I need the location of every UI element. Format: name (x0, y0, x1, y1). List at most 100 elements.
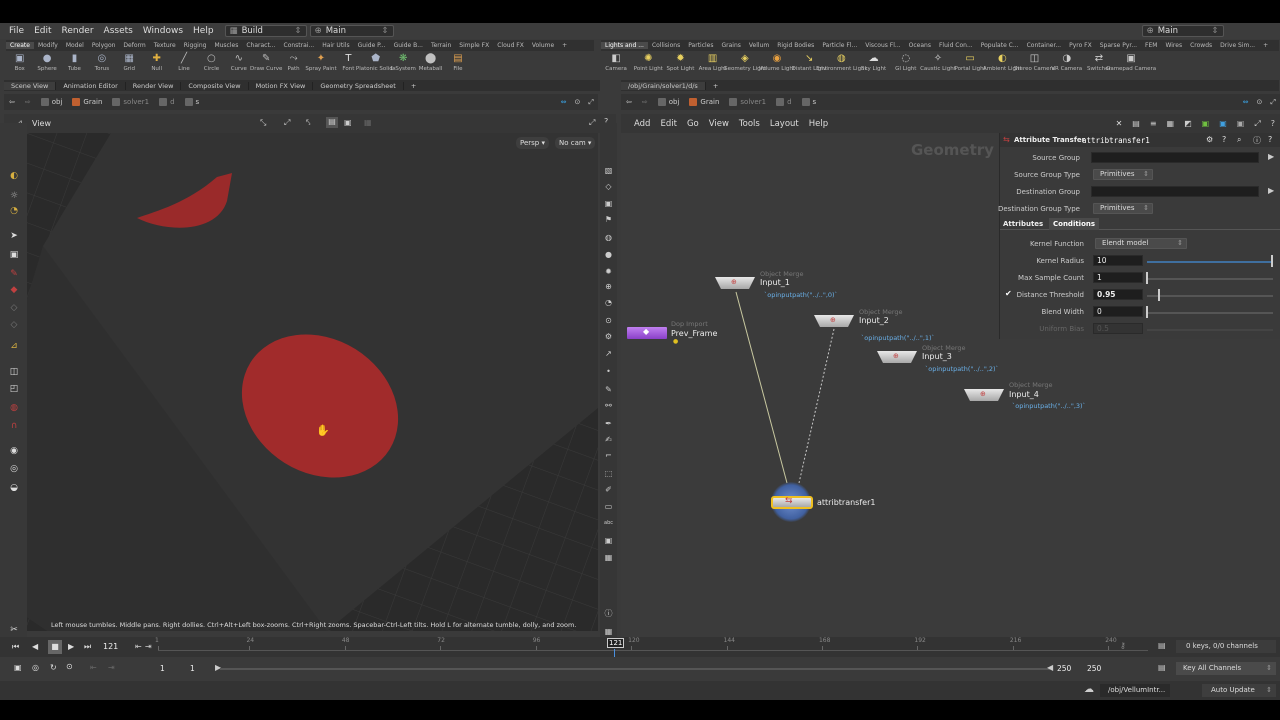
shelf-tab[interactable]: Modify (34, 42, 62, 49)
realtime-icon[interactable]: ▣ (14, 663, 22, 672)
shelf-tab[interactable]: Particle Fl... (818, 42, 861, 49)
tab-render-view[interactable]: Render View (126, 81, 182, 90)
select-mode-icon[interactable]: ⤢ (284, 118, 290, 128)
shelf-tool-spray-paint[interactable]: ✦ Spray Paint (305, 51, 336, 78)
key-all-channels-menu[interactable]: Key All Channels ⇕ (1176, 662, 1276, 675)
node-attribtransfer1-name[interactable]: attribtransfer1 (817, 498, 875, 507)
play-icon[interactable]: ▶ (68, 642, 74, 651)
pin2-icon[interactable]: ⊙ (603, 316, 614, 326)
node-input2-name[interactable]: Input_2 (859, 316, 889, 325)
display-options-icon[interactable]: ▤ (326, 117, 338, 128)
blend-width-slider[interactable] (1147, 312, 1273, 314)
abc-icon[interactable]: abc (603, 518, 614, 528)
wrench-icon[interactable]: ✕ (1111, 119, 1128, 128)
node-input4-name[interactable]: Input_4 (1009, 390, 1039, 399)
bend-icon[interactable]: ⌐ (603, 451, 614, 461)
current-frame-marker[interactable]: 121 (607, 638, 625, 648)
sync-icon[interactable]: ⊙ (66, 662, 73, 671)
menu-file[interactable]: File (4, 26, 29, 36)
shelf-tab[interactable]: Hair Utils (318, 42, 353, 49)
help-icon[interactable]: ? (1222, 135, 1226, 144)
gear-icon[interactable]: ⚙ (1206, 135, 1213, 144)
shelf-tab[interactable]: Cloud FX (493, 42, 528, 49)
jump-end-icon[interactable]: ⏭ (84, 642, 91, 652)
net-menu-edit[interactable]: Edit (655, 119, 681, 129)
brush-icon[interactable]: ✎ (8, 269, 20, 280)
kernel-function-menu[interactable]: Elendt model ⇕ (1095, 238, 1187, 249)
ghost-icon[interactable]: ▣ (344, 118, 352, 127)
shelf-tool-metaball[interactable]: ⬤ Metaball (417, 51, 444, 78)
node-input1-name[interactable]: Input_1 (760, 278, 790, 287)
shelf-tab[interactable]: Rigid Bodies (773, 42, 818, 49)
scene-viewport[interactable]: ✋ Persp ▾ No cam ▾ Left mouse tumbles. M… (27, 133, 598, 631)
range-start-icon[interactable]: ⇤ (90, 663, 97, 672)
range-start2-field[interactable]: 1 (190, 664, 195, 673)
list-view-icon[interactable]: ≡ (1145, 119, 1162, 128)
shelf-tool-geometry-light[interactable]: ◈ Geometry Light (723, 51, 766, 78)
pose-icon[interactable]: ◇ (8, 320, 20, 331)
add-shelf-icon[interactable]: + (558, 42, 571, 49)
shelf-tool-caustic-light[interactable]: ✧ Caustic Light (920, 51, 956, 78)
net-menu-help[interactable]: Help (804, 119, 833, 129)
crumb-d[interactable]: d (771, 98, 796, 106)
shelf-tab[interactable]: Terrain (427, 42, 455, 49)
key-icon[interactable]: ⚷ (1120, 641, 1126, 650)
param-node-name[interactable]: attribtransfer1 (1082, 136, 1150, 145)
magnet-icon[interactable]: ◍ (8, 403, 20, 414)
menu-render[interactable]: Render (57, 26, 99, 36)
snap-icon[interactable]: ⤡ (260, 118, 266, 128)
net-menu-go[interactable]: Go (682, 119, 704, 129)
add-tab-button[interactable]: + (706, 82, 725, 90)
crumb-solver1[interactable]: solver1 (724, 98, 771, 106)
distance-threshold-slider[interactable] (1147, 295, 1273, 297)
loop-icon[interactable]: ↻ (50, 663, 57, 672)
help-icon[interactable]: ? (1266, 119, 1280, 128)
menu-edit[interactable]: Edit (29, 26, 56, 36)
light-icon[interactable]: ✹ (603, 267, 614, 277)
range-slider[interactable] (220, 668, 1050, 670)
tree-view-icon[interactable]: ▤ (1127, 119, 1145, 128)
shelf-tab[interactable]: Lights and ... (601, 42, 648, 49)
shelf-tool-spot-light[interactable]: ✹ Spot Light (664, 51, 696, 78)
tab-animation-editor[interactable]: Animation Editor (56, 81, 126, 90)
shelf-tool-switcher[interactable]: ⇄ Switcher (1083, 51, 1115, 78)
sphere-icon[interactable]: ● (603, 250, 614, 260)
maximize-icon[interactable]: ⤢ (589, 118, 595, 128)
select-box-icon[interactable]: ⬚ (603, 469, 614, 479)
sculpt-icon[interactable]: ◆ (8, 285, 20, 296)
distance-threshold-field[interactable]: 0.95 (1093, 289, 1143, 300)
light-icon[interactable]: ☼ (8, 191, 20, 202)
crumb-grain[interactable]: Grain (684, 98, 724, 106)
shelf-tab[interactable]: Simple FX (455, 42, 493, 49)
desktop-main-right[interactable]: ⊕ Main ⇕ (1141, 25, 1224, 37)
shade-icon[interactable]: ▧ (603, 166, 614, 176)
forward-arrow-icon[interactable]: ⇨ (637, 98, 653, 106)
shelf-tool-vr-camera[interactable]: ◑ VR Camera (1051, 51, 1083, 78)
link-icon[interactable]: ⊙ (1253, 98, 1267, 106)
shelf-tool-sphere[interactable]: ● Sphere (33, 51, 60, 78)
display-icon[interactable]: ◐ (8, 171, 20, 182)
paint-icon[interactable]: ◇ (8, 303, 20, 314)
crumb-s[interactable]: s (797, 98, 822, 106)
grid-display-icon[interactable]: ▦ (364, 118, 372, 127)
pin-icon[interactable]: ⇔ (557, 98, 571, 106)
shelf-tool-lsystem[interactable]: ❋ L-System (389, 51, 416, 78)
shelf-tool-stereo-camera[interactable]: ◫ Stereo Camera (1014, 51, 1055, 78)
add-shelf-icon[interactable]: + (1259, 42, 1272, 49)
snap-icon[interactable]: ◎ (8, 464, 20, 475)
menu-assets[interactable]: Assets (99, 26, 138, 36)
current-frame-field[interactable]: 121 (103, 642, 118, 651)
shelf-tool-box[interactable]: ▣ Box (6, 51, 33, 78)
flag-green-icon[interactable]: ▦ (603, 627, 614, 637)
shelf-tool-curve[interactable]: ∿ Curve (225, 51, 252, 78)
menu-windows[interactable]: Windows (138, 26, 188, 36)
max-sample-field[interactable]: 1 (1093, 272, 1143, 283)
shelf-tab[interactable]: Rigging (180, 42, 211, 49)
shelf-tab[interactable]: Drive Sim... (1216, 42, 1259, 49)
audio-icon[interactable]: ◎ (32, 663, 39, 672)
shelf-tool-gamepad-camera[interactable]: ▣ Gamepad Camera (1106, 51, 1156, 78)
flag-green-icon[interactable]: ▣ (1197, 119, 1215, 128)
shelf-tab[interactable]: Vellum (745, 42, 773, 49)
shelf-tab[interactable]: Texture (150, 42, 180, 49)
shelf-tab[interactable]: Guide B... (390, 42, 427, 49)
